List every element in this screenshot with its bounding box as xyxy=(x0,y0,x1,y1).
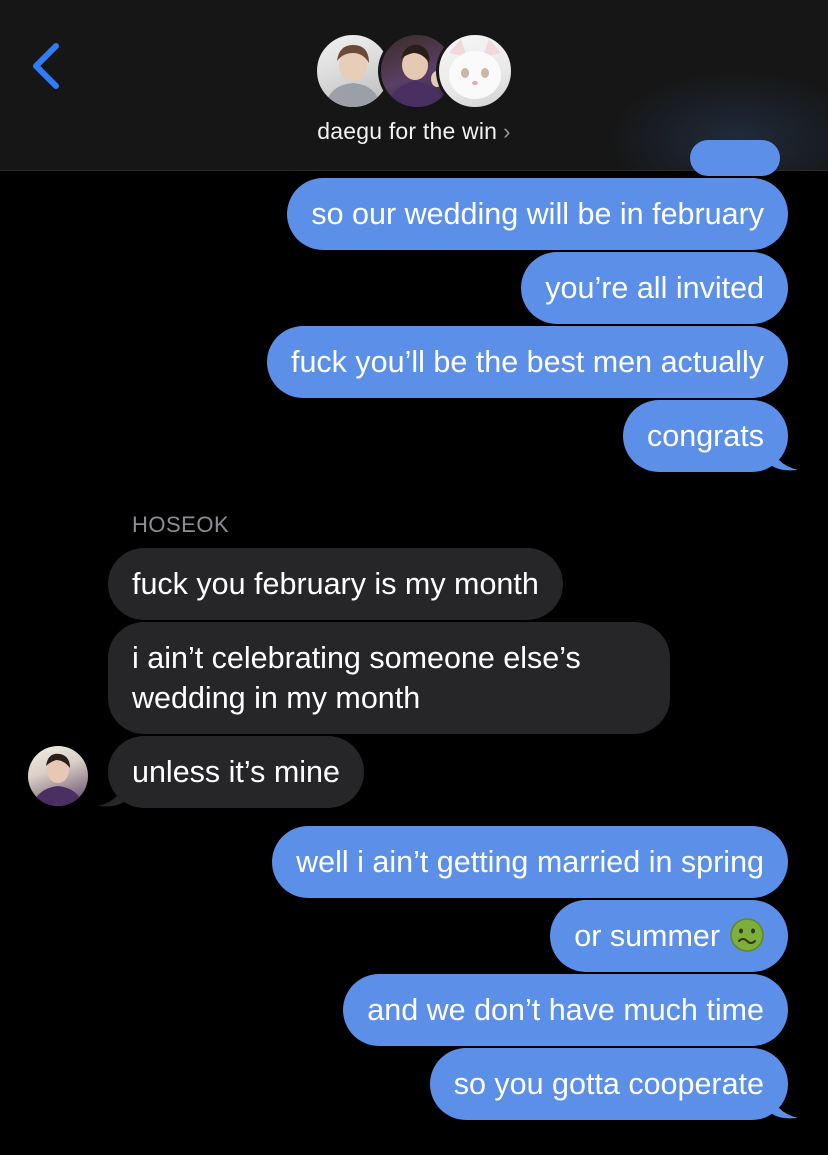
chevron-right-icon: › xyxy=(503,119,511,144)
group-name-label: daegu for the win xyxy=(317,118,498,144)
avatar[interactable] xyxy=(28,746,88,806)
bubble-tail xyxy=(770,1090,798,1119)
message-bubble-out[interactable]: congrats xyxy=(623,400,788,472)
message-bubble-in[interactable]: unless it’s mine xyxy=(108,736,364,808)
back-button[interactable] xyxy=(26,38,70,94)
chevron-left-icon xyxy=(33,43,59,89)
message-text: fuck you’ll be the best men actually xyxy=(290,345,764,379)
message-text: fuck you february is my month xyxy=(132,567,539,601)
message-bubble-in[interactable]: i ain’t celebrating someone else’s weddi… xyxy=(108,622,670,734)
bubble-tail xyxy=(98,778,126,807)
message-bubble-out[interactable]: so our wedding will be in february xyxy=(287,178,788,250)
message-bubble-in[interactable]: fuck you february is my month xyxy=(108,548,563,620)
message-bubble-out[interactable]: or summer xyxy=(550,900,788,972)
message-bubble-out xyxy=(690,140,780,176)
avatar xyxy=(436,32,514,110)
message-bubble-out[interactable]: so you gotta cooperate xyxy=(429,1048,788,1120)
message-bubble-out[interactable]: fuck you’ll be the best men actually xyxy=(266,326,788,398)
message-text: congrats xyxy=(647,419,764,453)
message-text: unless it’s mine xyxy=(132,755,340,789)
message-text: so our wedding will be in february xyxy=(311,197,764,231)
message-text: i ain’t celebrating someone else’s weddi… xyxy=(132,641,581,715)
message-bubble-out[interactable]: well i ain’t getting married in spring xyxy=(272,826,788,898)
message-text: you’re all invited xyxy=(545,271,764,305)
message-text: well i ain’t getting married in spring xyxy=(296,845,764,879)
nauseated-face-icon xyxy=(730,918,764,952)
bubble-tail xyxy=(770,442,798,471)
message-text: or summer xyxy=(574,919,720,953)
group-avatars[interactable] xyxy=(314,32,516,112)
message-text: and we don’t have much time xyxy=(367,993,764,1027)
message-bubble-out[interactable]: you’re all invited xyxy=(521,252,788,324)
message-text: so you gotta cooperate xyxy=(453,1067,764,1101)
sender-name: HOSEOK xyxy=(132,512,230,537)
message-bubble-out[interactable]: and we don’t have much time xyxy=(343,974,788,1046)
